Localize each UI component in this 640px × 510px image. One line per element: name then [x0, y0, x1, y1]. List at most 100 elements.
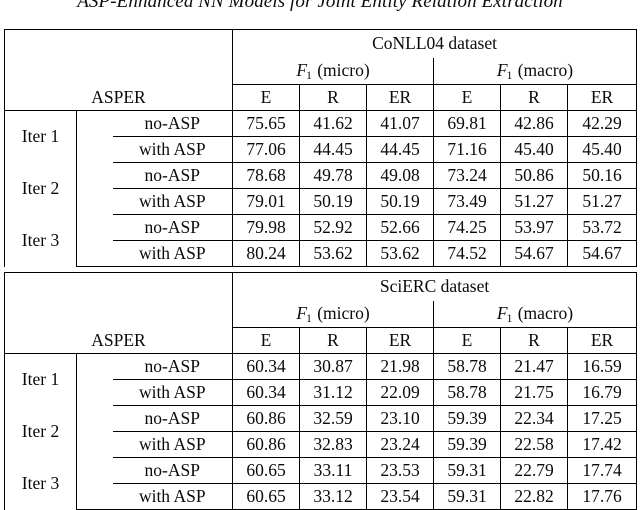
metric-value: 58.78 [433, 353, 501, 380]
metric-value: 45.40 [567, 136, 638, 163]
metric-value: 58.78 [433, 379, 501, 406]
iteration-divider [76, 214, 113, 241]
iteration-divider [76, 379, 113, 406]
column-header-er-micro: ER [366, 327, 434, 354]
metric-value: 17.76 [567, 483, 638, 510]
metric-value: 59.39 [433, 431, 501, 458]
metric-value: 53.72 [567, 214, 638, 241]
metric-value: 17.42 [567, 431, 638, 458]
metric-value: 53.97 [500, 214, 568, 241]
dataset-title: SciERC dataset [232, 272, 638, 301]
corner-blank-mid [3, 300, 233, 328]
iteration-label: Iter 2 [4, 405, 77, 458]
metric-value: 41.62 [299, 110, 367, 137]
column-header-r-macro: R [500, 84, 568, 111]
column-header-e-micro: E [232, 327, 300, 354]
table-row: Iter 2 no-ASP 60.86 32.59 23.10 59.39 22.34 17.… [4, 405, 638, 458]
column-header-er-macro: ER [567, 84, 638, 111]
metric-value: 23.24 [366, 431, 434, 458]
metric-value: 17.74 [567, 457, 638, 484]
iteration-divider [76, 162, 113, 189]
metric-value: 30.87 [299, 353, 367, 380]
metric-value: 44.45 [299, 136, 367, 163]
variant-label: with ASP [112, 188, 233, 215]
metric-value: 49.78 [299, 162, 367, 189]
table-row: with ASP 77.06 44.45 44.45 71.16 45.40 45.40 [5, 136, 638, 163]
metric-value: 53.62 [366, 240, 434, 267]
metric-value: 22.34 [500, 405, 568, 432]
table-row: Iter 2 no-ASP 78.68 49.78 49.08 73.24 50.86 50.… [4, 162, 638, 215]
corner-blank-top [3, 272, 233, 301]
metric-value: 23.53 [366, 457, 434, 484]
metric-value: 51.27 [567, 188, 638, 215]
metric-value: 74.52 [433, 240, 501, 267]
metric-value: 23.10 [366, 405, 434, 432]
iteration-divider [76, 457, 113, 484]
metric-value: 50.19 [366, 188, 434, 215]
variant-label: with ASP [112, 431, 233, 458]
metric-value: 59.39 [433, 405, 501, 432]
metric-value: 73.24 [433, 162, 501, 189]
metric-group-header-row: F1 (micro) F1 (macro) [3, 57, 638, 85]
iteration-divider [76, 110, 113, 137]
metric-value: 17.25 [567, 405, 638, 432]
variant-label: no-ASP [112, 405, 233, 432]
metric-group-micro: F1 (micro) [232, 300, 434, 328]
metric-value: 59.31 [433, 483, 501, 510]
metric-group-micro: F1 (micro) [232, 57, 434, 85]
corner-blank-top [3, 29, 233, 58]
metric-value: 21.75 [500, 379, 568, 406]
metric-value: 33.12 [299, 483, 367, 510]
metric-value: 42.29 [567, 110, 638, 137]
running-head: ASP-Enhanced NN Models for Joint Entity … [77, 0, 563, 12]
metric-value: 60.65 [232, 457, 300, 484]
metric-column-header-row: ASPER E R ER E R ER [3, 327, 638, 354]
iteration-divider [76, 188, 113, 215]
metric-group-macro: F1 (macro) [433, 300, 638, 328]
metric-value: 71.16 [433, 136, 501, 163]
metric-value: 50.86 [500, 162, 568, 189]
table-row: with ASP 79.01 50.19 50.19 73.49 51.27 51.27 [5, 188, 638, 215]
metric-value: 32.83 [299, 431, 367, 458]
variant-label: no-ASP [112, 110, 233, 137]
column-header-e-micro: E [232, 84, 300, 111]
column-header-r-micro: R [299, 327, 367, 354]
variant-label: no-ASP [112, 214, 233, 241]
iteration-label: Iter 3 [4, 214, 77, 267]
metric-column-header-row: ASPER E R ER E R ER [3, 84, 638, 111]
column-header-e-macro: E [433, 327, 501, 354]
metric-value: 74.25 [433, 214, 501, 241]
results-table-scierc: SciERC dataset F1 (micro) F1 (macro) ASPER E… [3, 272, 638, 510]
row-header-label: ASPER [3, 84, 233, 111]
iteration-divider [76, 431, 113, 458]
table-row: with ASP 80.24 53.62 53.62 74.52 54.67 54.67 [5, 240, 638, 267]
row-header-label: ASPER [3, 327, 233, 354]
metric-group-header-row: F1 (micro) F1 (macro) [3, 300, 638, 328]
metric-value: 22.82 [500, 483, 568, 510]
iteration-label: Iter 2 [4, 162, 77, 215]
metric-value: 45.40 [500, 136, 568, 163]
variant-label: no-ASP [112, 457, 233, 484]
metric-value: 75.65 [232, 110, 300, 137]
table-row: Iter 1 no-ASP 75.65 41.62 41.07 69.81 42.86 42.… [4, 110, 638, 163]
iteration-divider [76, 353, 113, 380]
metric-value: 54.67 [500, 240, 568, 267]
table-body: SciERC dataset F1 (micro) F1 (macro) ASPER E… [3, 272, 638, 510]
metric-value: 22.79 [500, 457, 568, 484]
column-header-r-macro: R [500, 327, 568, 354]
metric-value: 60.86 [232, 431, 300, 458]
variant-label: with ASP [112, 379, 233, 406]
variant-label: with ASP [112, 483, 233, 510]
metric-value: 59.31 [433, 457, 501, 484]
metric-value: 79.01 [232, 188, 300, 215]
metric-value: 23.54 [366, 483, 434, 510]
metric-value: 22.09 [366, 379, 434, 406]
metric-value: 42.86 [500, 110, 568, 137]
metric-value: 41.07 [366, 110, 434, 137]
metric-value: 44.45 [366, 136, 434, 163]
metric-value: 50.16 [567, 162, 638, 189]
table-row: with ASP 60.86 32.83 23.24 59.39 22.58 17.42 [5, 431, 638, 458]
metric-value: 53.62 [299, 240, 367, 267]
metric-value: 69.81 [433, 110, 501, 137]
metric-value: 52.92 [299, 214, 367, 241]
